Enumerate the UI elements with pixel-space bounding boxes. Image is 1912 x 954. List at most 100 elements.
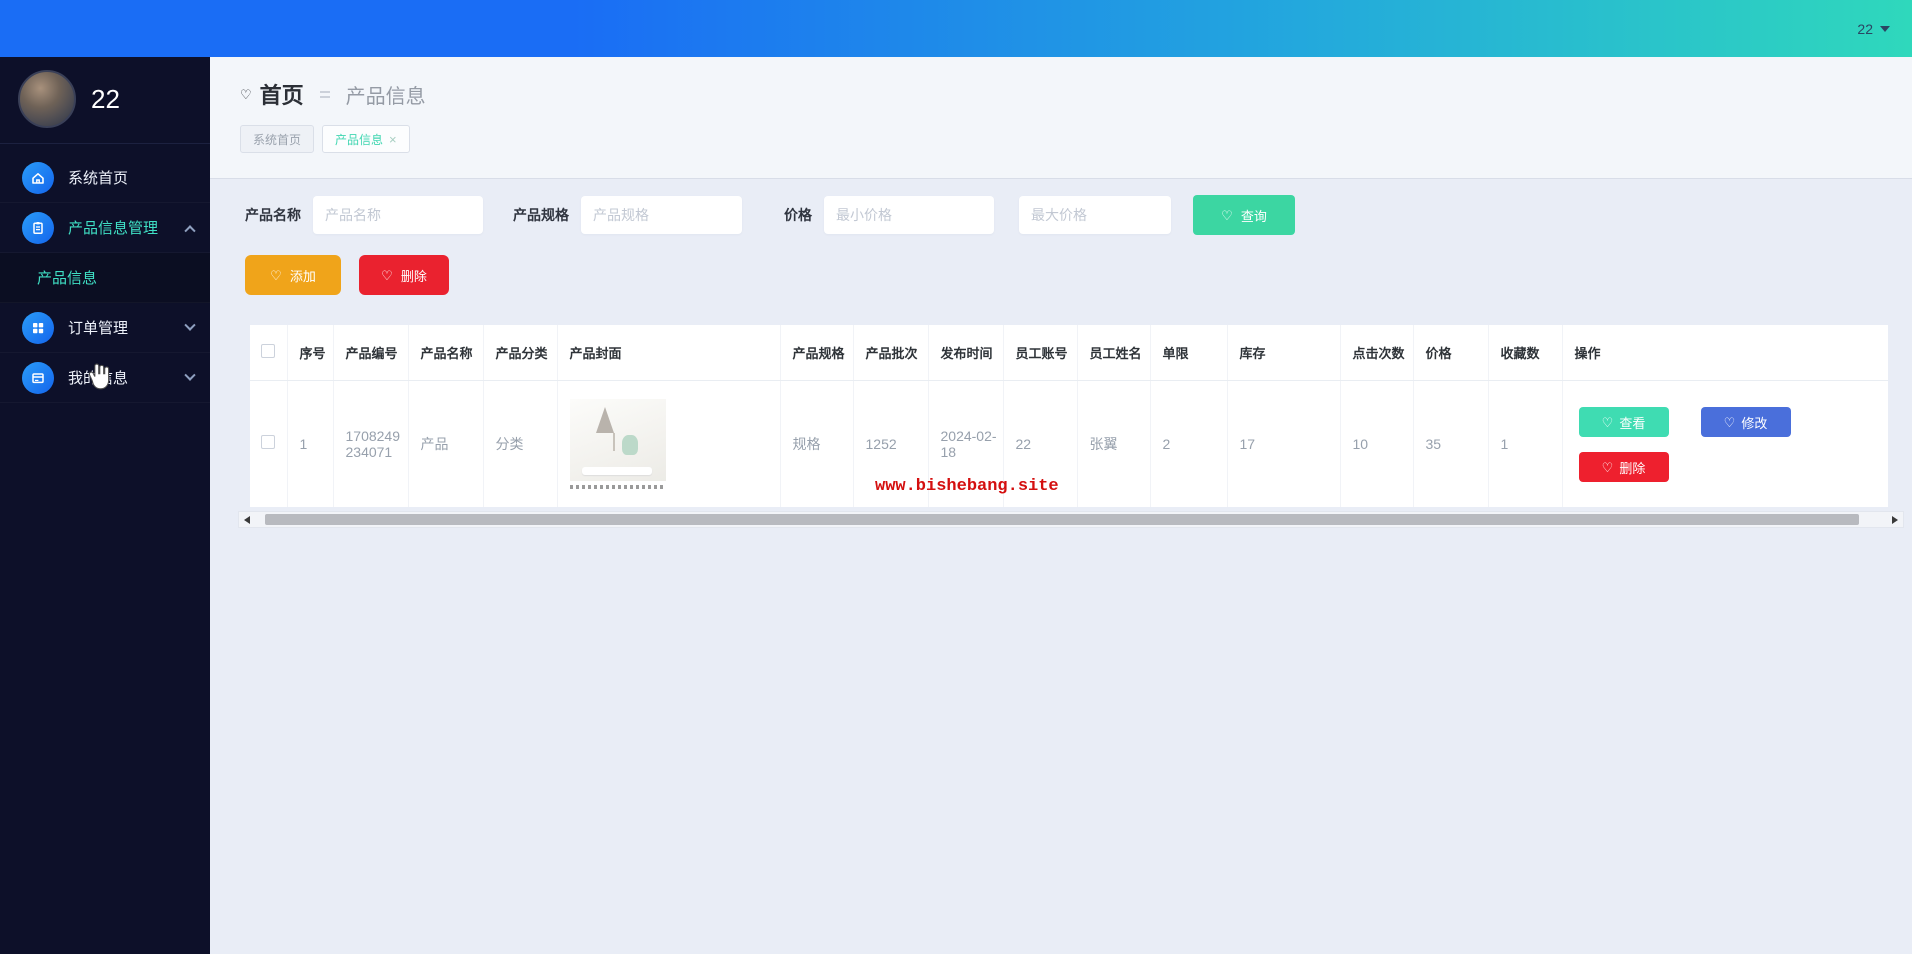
product-table: 序号 产品编号 产品名称 产品分类 产品封面 产品规格 产品批次 发布时间 员工… <box>250 325 1888 507</box>
max-price-input[interactable] <box>1019 196 1171 234</box>
add-button-label: 添加 <box>289 268 316 284</box>
col-header: 点击次数 <box>1340 325 1414 381</box>
close-icon[interactable]: × <box>389 132 397 147</box>
sidebar-item-product-info-mgmt[interactable]: 产品信息管理 <box>0 203 210 253</box>
chevron-down-icon <box>184 319 196 331</box>
topbar: 22 <box>0 0 1912 57</box>
topbar-username: 22 <box>1857 20 1873 37</box>
tab-product-info[interactable]: 产品信息 × <box>322 125 410 153</box>
topbar-user-dropdown[interactable]: 22 <box>1857 21 1890 37</box>
scroll-left-button[interactable] <box>239 512 255 527</box>
card-icon <box>22 361 54 394</box>
col-header: 员工姓名 <box>1077 325 1151 381</box>
cell-favorites: 1 <box>1488 380 1563 507</box>
sidebar-profile: 22 <box>0 57 210 138</box>
product-name-input[interactable] <box>313 196 483 234</box>
sidebar: 22 系统首页 产品信息管理 产品信息 订单管理 <box>0 57 210 954</box>
view-button-label: 查看 <box>1619 415 1646 431</box>
scroll-right-button[interactable] <box>1887 512 1903 527</box>
heart-icon: ♡ <box>1601 459 1614 475</box>
heart-icon: ♡ <box>1723 414 1736 430</box>
edit-button[interactable]: ♡ 修改 <box>1700 407 1791 438</box>
filter-form: 产品名称 产品规格 价格 ♡ 查询 <box>245 195 1912 235</box>
product-spec-input[interactable] <box>581 196 742 234</box>
delete-button[interactable]: ♡ 删除 <box>359 255 449 295</box>
col-header: 序号 <box>287 325 334 381</box>
sidebar-item-label: 我的信息 <box>68 367 186 388</box>
home-icon <box>22 161 54 194</box>
edit-button-label: 修改 <box>1741 415 1768 431</box>
add-button[interactable]: ♡ 添加 <box>245 255 341 295</box>
view-button[interactable]: ♡ 查看 <box>1578 407 1669 438</box>
cell-product-name: 产品 <box>408 380 484 507</box>
price-label: 价格 <box>784 207 812 223</box>
search-button-label: 查询 <box>1240 208 1267 224</box>
main-content: ♡ 首页 产品信息 系统首页 产品信息 × 产品名称 产品规格 价格 ♡ 查询 <box>210 57 1912 954</box>
select-all-checkbox[interactable] <box>261 343 276 358</box>
tab-system-home[interactable]: 系统首页 <box>240 125 315 153</box>
heart-icon: ♡ <box>270 267 282 283</box>
heart-icon: ♡ <box>1601 414 1614 430</box>
caret-down-icon <box>1880 25 1890 32</box>
cell-product-no: 1708249234071 <box>333 380 409 507</box>
col-header: 员工账号 <box>1003 325 1078 381</box>
tab-bar: 系统首页 产品信息 × <box>240 125 1912 153</box>
content-header: ♡ 首页 产品信息 系统首页 产品信息 × <box>210 57 1912 179</box>
tab-label: 产品信息 <box>335 132 384 147</box>
heart-icon: ♡ <box>381 267 393 283</box>
search-button[interactable]: ♡ 查询 <box>1193 195 1295 235</box>
sidebar-item-label: 产品信息管理 <box>68 220 159 237</box>
avatar <box>18 70 76 128</box>
col-header: 发布时间 <box>928 325 1004 381</box>
cell-clicks: 10 <box>1340 380 1414 507</box>
breadcrumb-current: 产品信息 <box>345 85 426 108</box>
sidebar-divider <box>0 143 210 144</box>
page: { "icons": { "heart": "♡" }, "topbar": {… <box>0 0 1912 954</box>
col-header: 操作 <box>1562 325 1888 381</box>
sidebar-item-label: 系统首页 <box>68 170 129 187</box>
col-header: 产品名称 <box>408 325 484 381</box>
cell-stock: 17 <box>1227 380 1341 507</box>
heart-icon: ♡ <box>240 86 252 102</box>
chevron-down-icon <box>184 369 196 381</box>
col-header: 单限 <box>1150 325 1228 381</box>
breadcrumb-home[interactable]: 首页 <box>260 78 304 110</box>
watermark-text: www.bishebang.site <box>875 477 1059 496</box>
product-cover-image <box>569 398 666 481</box>
avatar-username: 22 <box>91 83 120 114</box>
cell-staff-name: 张翼 <box>1077 380 1151 507</box>
product-spec-label: 产品规格 <box>513 207 569 223</box>
cell-operations: ♡ 查看 ♡ 修改 ♡ 删除 <box>1562 380 1888 507</box>
col-header: 产品封面 <box>557 325 781 381</box>
row-checkbox[interactable] <box>261 435 276 450</box>
col-header: 收藏数 <box>1488 325 1563 381</box>
cell-category: 分类 <box>483 380 558 507</box>
row-delete-button[interactable]: ♡ 删除 <box>1578 452 1669 483</box>
sidebar-subitem-product-info[interactable]: 产品信息 <box>0 253 210 303</box>
table-header-row: 序号 产品编号 产品名称 产品分类 产品封面 产品规格 产品批次 发布时间 员工… <box>250 325 1888 381</box>
chevron-up-icon <box>184 224 196 236</box>
mouse-cursor-hand <box>88 363 112 396</box>
sidebar-item-order-mgmt[interactable]: 订单管理 <box>0 303 210 353</box>
cell-limit: 2 <box>1150 380 1228 507</box>
col-header: 产品规格 <box>780 325 854 381</box>
tab-label: 系统首页 <box>253 132 302 147</box>
cover-caption <box>569 484 666 489</box>
scroll-left-icon <box>244 515 250 524</box>
scrollbar-track[interactable] <box>255 512 1887 527</box>
product-name-label: 产品名称 <box>245 207 301 223</box>
horizontal-scrollbar[interactable] <box>238 511 1904 528</box>
table-toolbar: ♡ 添加 ♡ 删除 <box>245 255 1912 295</box>
sidebar-item-system-home[interactable]: 系统首页 <box>0 153 210 203</box>
scrollbar-thumb[interactable] <box>265 514 1859 525</box>
cell-seq: 1 <box>287 380 334 507</box>
col-header: 价格 <box>1413 325 1489 381</box>
col-header: 产品编号 <box>333 325 409 381</box>
clipboard-icon <box>22 211 54 244</box>
scroll-right-icon <box>1892 515 1898 524</box>
product-table-container: 序号 产品编号 产品名称 产品分类 产品封面 产品规格 产品批次 发布时间 员工… <box>250 325 1888 507</box>
col-header: 产品分类 <box>483 325 558 381</box>
sidebar-item-label: 订单管理 <box>68 320 129 337</box>
min-price-input[interactable] <box>824 196 994 234</box>
cell-spec: 规格 <box>780 380 854 507</box>
